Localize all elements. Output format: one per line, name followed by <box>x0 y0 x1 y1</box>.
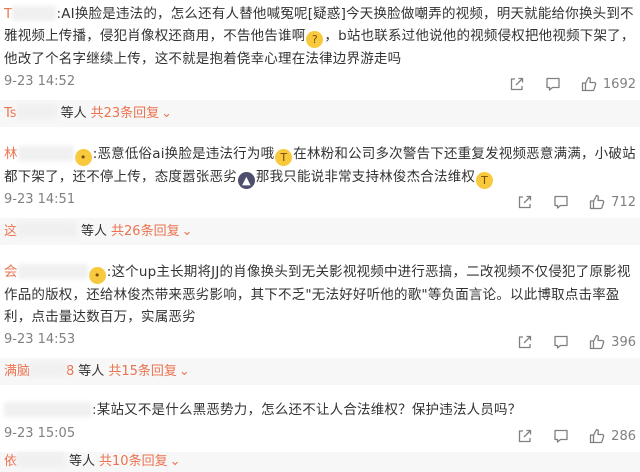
username-blur <box>17 264 88 279</box>
share-icon[interactable] <box>517 428 533 444</box>
comment-text: :某站又不是什么黑恶势力，怎么还不让人合法维权？保护违法人员吗？ <box>4 399 636 421</box>
comment-time: 9-23 15:05 <box>4 426 76 441</box>
comment-actions: 396 <box>517 332 636 352</box>
username-blur <box>17 146 74 161</box>
comment-icon[interactable] <box>553 334 569 350</box>
username-blur <box>30 362 67 377</box>
username-blur <box>4 402 92 417</box>
username-blur <box>12 6 57 21</box>
comment-meta: 9-23 15:05 286 <box>4 426 636 446</box>
like-count: 712 <box>611 194 636 210</box>
reply-username[interactable]: 依 <box>4 454 17 469</box>
reply-count[interactable]: 共10条回复 <box>99 454 168 469</box>
comment-actions: 712 <box>517 192 636 212</box>
comment-icon[interactable] <box>553 428 569 444</box>
share-icon[interactable] <box>517 334 533 350</box>
like-count: 286 <box>611 428 636 444</box>
reply-summary[interactable]: 这 等人 共26条回复 ⌄ <box>0 218 640 245</box>
comment-text: 林 •:恶意低俗ai换脸是违法行为哦 T 在林粉和公司多次警告下还重复发视频恶意满满，… <box>4 143 636 189</box>
username-blur <box>17 452 66 467</box>
like-count: 396 <box>611 334 636 350</box>
comment-username[interactable]: T <box>4 6 12 22</box>
reply-username-suffix: 8 <box>66 364 75 379</box>
comment-username[interactable]: 会 <box>4 264 18 280</box>
comment-username[interactable]: 林 <box>4 146 18 162</box>
reply-people: 等人 <box>60 106 87 121</box>
comment-meta: 9-23 14:53 396 <box>4 332 636 352</box>
emoji-icon: • <box>88 267 106 284</box>
comment-icon[interactable] <box>545 76 561 92</box>
username-blur <box>16 104 57 119</box>
reply-count[interactable]: 共26条回复 <box>111 224 180 239</box>
reply-summary[interactable]: Ts 等人 共23条回复 ⌄ <box>0 100 640 127</box>
crying-emoji-icon: T <box>275 149 293 166</box>
comment-text: T:AI换脸是违法的，怎么还有人替他喊冤呢[疑惑]今天换脸做嘲弄的视频，明天就能… <box>4 3 636 70</box>
comment-actions: 1692 <box>509 74 636 94</box>
comment-body-3: 那我只能说非常支持林俊杰合法维权 <box>255 169 476 185</box>
like-icon[interactable] <box>589 428 605 444</box>
reply-count[interactable]: 共15条回复 <box>108 364 177 379</box>
like-count: 1692 <box>602 76 636 92</box>
reply-summary[interactable]: 依 等人 共10条回复 ⌄ <box>0 452 640 472</box>
comment-text: 会 •:这个up主长期将JJ的肖像换头到无关影视视频中进行恶搞，二改视频不仅侵犯了… <box>4 261 636 328</box>
angry-emoji-icon: ▲ <box>237 172 255 189</box>
reply-username[interactable]: 满脑 <box>4 364 30 379</box>
reply-people: 等人 <box>81 224 108 239</box>
share-icon[interactable] <box>509 76 525 92</box>
chevron-down-icon[interactable]: ⌄ <box>179 364 190 379</box>
share-icon[interactable] <box>517 194 533 210</box>
comment-meta: 9-23 14:52 1692 <box>4 74 636 94</box>
reply-people: 等人 <box>69 454 96 469</box>
chevron-down-icon[interactable]: ⌄ <box>161 106 172 121</box>
comment-actions: 286 <box>517 426 636 446</box>
chevron-down-icon[interactable]: ⌄ <box>182 224 193 239</box>
comment-time: 9-23 14:52 <box>4 74 76 89</box>
emoji-icon: • <box>74 149 92 166</box>
chevron-down-icon[interactable]: ⌄ <box>170 454 181 469</box>
reply-people: 等人 <box>78 364 105 379</box>
reply-username[interactable]: Ts <box>4 106 17 121</box>
like-icon[interactable] <box>581 76 597 92</box>
comment-icon[interactable] <box>553 194 569 210</box>
reply-username[interactable]: 这 <box>4 224 17 239</box>
comment-meta: 9-23 14:51 712 <box>4 192 636 212</box>
reply-summary[interactable]: 满脑 8 等人 共15条回复 ⌄ <box>0 358 640 385</box>
comment-body: :某站又不是什么黑恶势力，怎么还不让人合法维权？保护违法人员吗？ <box>92 402 522 418</box>
crying-emoji-icon: T <box>476 172 494 189</box>
thinking-emoji-icon: ? <box>306 31 324 48</box>
like-icon[interactable] <box>589 194 605 210</box>
username-blur <box>17 222 78 237</box>
like-icon[interactable] <box>589 334 605 350</box>
reply-count[interactable]: 共23条回复 <box>91 106 160 121</box>
comment-time: 9-23 14:53 <box>4 332 76 347</box>
comment-time: 9-23 14:51 <box>4 192 76 207</box>
comment-body: :恶意低俗ai换脸是违法行为哦 <box>92 146 275 162</box>
